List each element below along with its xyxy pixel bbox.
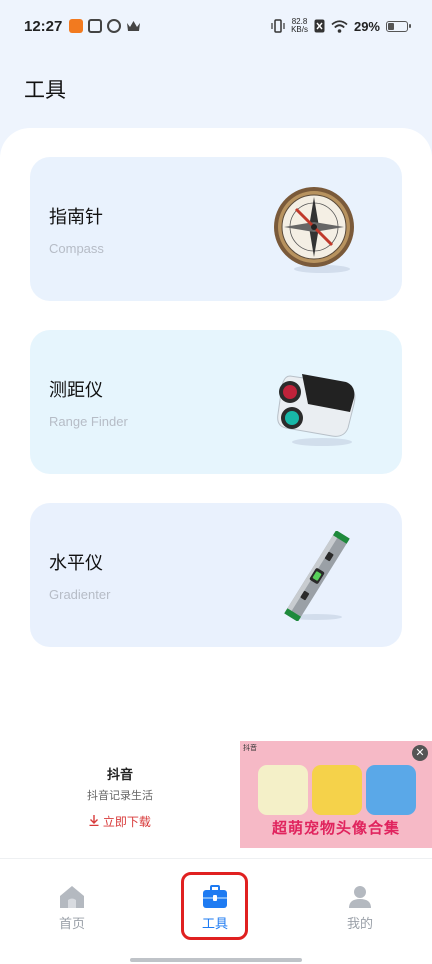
ad-pet-image-cat xyxy=(258,765,308,815)
page-title: 工具 xyxy=(24,78,66,102)
tool-card-range-finder[interactable]: 测距仪 Range Finder xyxy=(30,330,402,474)
network-speed-unit: KB/s xyxy=(291,25,308,34)
battery-icon xyxy=(386,20,411,32)
nav-item-home[interactable]: 首页 xyxy=(37,885,107,932)
network-speed: 82.8 KB/s xyxy=(291,18,308,34)
tool-card-gradienter[interactable]: 水平仪 Gradienter xyxy=(30,503,402,647)
no-sim-icon xyxy=(314,19,325,33)
nav-label: 首页 xyxy=(58,917,85,932)
tool-subtitle: Range Finder xyxy=(49,414,128,429)
app-notification-icon xyxy=(107,19,122,33)
nav-label: 我的 xyxy=(346,917,373,932)
battery-fill xyxy=(388,22,394,30)
ad-app-info[interactable]: 抖音 抖音记录生活 立即下载 xyxy=(60,764,180,830)
status-indicators: 82.8 KB/s 29% xyxy=(271,18,411,34)
vibrate-icon xyxy=(271,19,285,33)
tool-name: 测距仪 xyxy=(49,380,103,401)
home-icon xyxy=(60,886,84,908)
ad-download-label: 立即下载 xyxy=(102,815,151,829)
ad-pet-images xyxy=(258,765,416,815)
user-icon xyxy=(349,886,371,908)
ad-banner[interactable]: 抖音 ✕ 超萌宠物头像合集 xyxy=(240,741,432,848)
home-indicator[interactable] xyxy=(130,958,302,962)
tool-subtitle: Compass xyxy=(49,241,104,256)
ad-app-name: 抖音 xyxy=(106,768,133,783)
level-icon xyxy=(284,531,350,621)
range-finder-icon xyxy=(277,374,356,446)
ad-banner-tag: 抖音 xyxy=(243,744,257,752)
crown-icon xyxy=(127,21,141,31)
ad-banner-title: 超萌宠物头像合集 xyxy=(271,819,400,837)
battery-percent: 29% xyxy=(353,18,380,34)
ad-pet-image-duck xyxy=(366,765,416,815)
tools-tab-highlight xyxy=(181,872,248,940)
status-bar: 12:27 82.8 KB/s 29% xyxy=(0,0,432,52)
tool-name: 水平仪 xyxy=(49,553,103,574)
download-icon xyxy=(89,815,99,827)
ad-download-button[interactable]: 立即下载 xyxy=(60,813,180,830)
app-notification-icon xyxy=(88,19,103,33)
compass-icon xyxy=(274,187,354,273)
ad-close-button[interactable]: ✕ xyxy=(412,745,428,761)
wifi-icon xyxy=(331,19,348,33)
nav-item-profile[interactable]: 我的 xyxy=(325,885,395,932)
ad-description: 抖音记录生活 xyxy=(87,789,153,802)
app-notification-icon xyxy=(69,19,84,33)
tool-card-compass[interactable]: 指南针 Compass xyxy=(30,157,402,301)
tool-subtitle: Gradienter xyxy=(49,587,111,602)
notification-icons xyxy=(69,19,141,33)
tool-name: 指南针 xyxy=(49,207,103,228)
status-time: 12:27 xyxy=(24,17,63,35)
ad-pet-image-bear xyxy=(312,765,362,815)
